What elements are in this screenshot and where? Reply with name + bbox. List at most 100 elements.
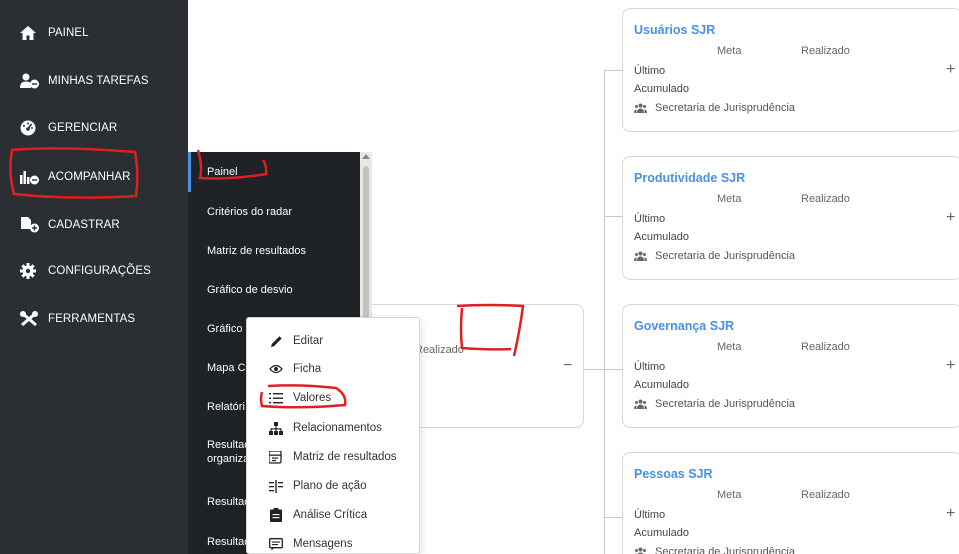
expand-button[interactable]: +	[946, 61, 955, 79]
submenu-item-label: Resultad	[207, 536, 251, 548]
submenu-item-label: Matriz de resultados	[207, 245, 307, 257]
secretaria-row: Secretaria de Jurisprudência	[634, 398, 795, 410]
chart-tracking-icon	[20, 168, 42, 186]
submenu-item-label: Relatóri	[207, 401, 245, 413]
secretaria-label: Secretaria de Jurisprudência	[655, 546, 796, 554]
scroll-up-arrow-icon[interactable]	[362, 154, 370, 159]
expand-button[interactable]: +	[946, 209, 955, 227]
users-icon	[634, 399, 647, 409]
sidebar-item-gerenciar[interactable]: GERENCIAR	[0, 111, 188, 145]
indicator-card[interactable]: Usuários SJR Meta Realizado Último Acumu…	[622, 8, 959, 132]
sidebar-item-cadastrar[interactable]: CADASTRAR	[0, 208, 188, 242]
meta-label: Meta	[717, 489, 742, 501]
card-title[interactable]: Produtividade SJR	[634, 171, 745, 185]
context-menu-label: Mensagens	[293, 538, 353, 550]
sidebar-item-label: CONFIGURAÇÕES	[48, 265, 151, 277]
submenu-item-label: Mapa C	[207, 362, 246, 374]
sidebar-item-label: FERRAMENTAS	[48, 313, 136, 325]
card-title[interactable]: Pessoas SJR	[634, 467, 713, 481]
submenu-item-label: Gráfico	[207, 323, 243, 335]
tools-icon	[20, 310, 42, 328]
eye-icon	[269, 362, 283, 376]
submenu-item-label: Resultad	[207, 496, 251, 508]
ultimo-label: Último	[634, 361, 666, 373]
context-menu-label: Matriz de resultados	[293, 451, 397, 463]
sidebar-item-label: PAINEL	[48, 27, 89, 39]
home-icon	[20, 24, 42, 42]
sidebar-item-acompanhar[interactable]: ACOMPANHAR	[0, 160, 188, 194]
submenu-item-criterios-radar[interactable]: Critérios do radar	[188, 192, 360, 232]
submenu-item-painel[interactable]: Painel	[188, 152, 360, 192]
users-icon	[634, 547, 647, 554]
connector-line	[604, 369, 622, 370]
submenu-item-matriz-resultados[interactable]: Matriz de resultados	[188, 231, 360, 271]
acumulado-label: Acumulado	[634, 379, 690, 391]
clipboard-icon	[269, 508, 283, 522]
indicator-card[interactable]: Produtividade SJR Meta Realizado Último …	[622, 156, 959, 280]
submenu-item-grafico-desvio[interactable]: Gráfico de desvio	[188, 270, 360, 310]
collapse-button[interactable]: −	[563, 357, 572, 375]
card-title[interactable]: Governança SJR	[634, 319, 734, 333]
acumulado-label: Acumulado	[634, 231, 690, 243]
sidebar: PAINEL MINHAS TAREFAS GERENCIAR ACOMPANH…	[0, 0, 188, 554]
pencil-icon	[269, 334, 283, 348]
submenu-item-resultado-organizacao[interactable]: Resultad organiza	[188, 432, 251, 472]
scrollbar-thumb[interactable]	[363, 166, 369, 326]
message-icon	[269, 537, 283, 551]
users-icon	[634, 251, 647, 261]
file-add-icon	[20, 216, 42, 234]
context-menu-label: Valores	[293, 392, 332, 404]
realizado-label: Realizado	[801, 341, 850, 353]
secretaria-label: Secretaria de Jurisprudência	[655, 102, 796, 114]
meta-label: Meta	[717, 341, 742, 353]
node-context-menu: Editar Ficha Valores Relacionamentos Mat…	[246, 317, 420, 554]
submenu-item-label: Resultad organiza	[207, 439, 251, 465]
sidebar-item-label: CADASTRAR	[48, 219, 120, 231]
expand-button[interactable]: +	[946, 505, 955, 523]
context-menu-mensagens[interactable]: Mensagens	[247, 531, 419, 554]
context-menu-ficha[interactable]: Ficha	[247, 356, 419, 382]
context-menu-label: Editar	[293, 335, 324, 347]
secretaria-row: Secretaria de Jurisprudência	[634, 546, 795, 554]
secretaria-label: Secretaria de Jurisprudência	[655, 250, 796, 262]
expand-button[interactable]: +	[946, 357, 955, 375]
tasks-icon	[269, 479, 283, 493]
acumulado-label: Acumulado	[634, 527, 690, 539]
submenu-item-label: Critérios do radar	[207, 206, 292, 218]
secretaria-row: Secretaria de Jurisprudência	[634, 102, 795, 114]
ultimo-label: Último	[634, 65, 666, 77]
context-menu-relacionamentos[interactable]: Relacionamentos	[247, 415, 419, 441]
connector-line	[604, 216, 622, 217]
sidebar-item-ferramentas[interactable]: FERRAMENTAS	[0, 302, 188, 336]
sidebar-item-painel[interactable]: PAINEL	[0, 16, 188, 50]
connector-line	[584, 369, 604, 370]
meta-label: Meta	[717, 193, 742, 205]
context-menu-plano-acao[interactable]: Plano de ação	[247, 473, 419, 499]
sidebar-item-label: ACOMPANHAR	[48, 171, 131, 183]
context-menu-analise-critica[interactable]: Análise Crítica	[247, 502, 419, 528]
secretaria-label: Secretaria de Jurisprudência	[655, 398, 796, 410]
submenu-item-label: Gráfico de desvio	[207, 284, 293, 296]
context-menu-editar[interactable]: Editar	[247, 328, 419, 354]
center-node-realizado-label: Realizado	[415, 344, 464, 356]
context-menu-valores[interactable]: Valores	[247, 385, 419, 411]
context-menu-label: Análise Crítica	[293, 509, 368, 521]
user-tasks-icon	[20, 72, 42, 90]
card-title[interactable]: Usuários SJR	[634, 23, 715, 37]
sitemap-icon	[269, 421, 283, 435]
connector-line	[604, 70, 605, 554]
list-icon	[269, 391, 283, 405]
ultimo-label: Último	[634, 213, 666, 225]
context-menu-label: Plano de ação	[293, 480, 367, 492]
sidebar-item-label: GERENCIAR	[48, 122, 118, 134]
realizado-label: Realizado	[801, 489, 850, 501]
sidebar-item-minhas-tarefas[interactable]: MINHAS TAREFAS	[0, 64, 188, 98]
sidebar-item-label: MINHAS TAREFAS	[48, 75, 149, 87]
connector-line	[604, 517, 622, 518]
context-menu-matriz-resultados[interactable]: Matriz de resultados	[247, 444, 419, 470]
indicator-card[interactable]: Governança SJR Meta Realizado Último Acu…	[622, 304, 959, 428]
sidebar-item-configuracoes[interactable]: CONFIGURAÇÕES	[0, 254, 188, 288]
ultimo-label: Último	[634, 509, 666, 521]
indicator-card[interactable]: Pessoas SJR Meta Realizado Último Acumul…	[622, 452, 959, 554]
users-icon	[634, 103, 647, 113]
